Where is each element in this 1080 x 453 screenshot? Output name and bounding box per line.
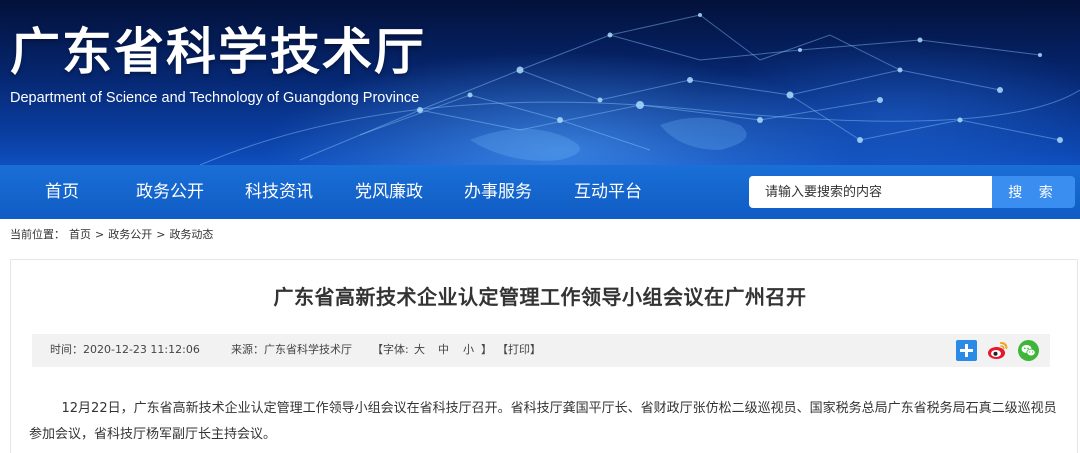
breadcrumb-item-government-affairs[interactable]: 政务公开 xyxy=(108,228,152,241)
breadcrumb-item-home[interactable]: 首页 xyxy=(69,228,91,241)
search-input[interactable] xyxy=(749,176,992,208)
font-size-suffix: 】 xyxy=(481,343,492,356)
article-title: 广东省高新技术企业认定管理工作领导小组会议在广州召开 xyxy=(273,285,807,309)
share-plus-icon[interactable] xyxy=(956,340,977,361)
article-paragraph: 12月22日，广东省高新技术企业认定管理工作领导小组会议在省科技厅召开。省科技厅… xyxy=(29,401,1057,442)
breadcrumb: 当前位置： 首页 > 政务公开 > 政务动态 xyxy=(10,228,217,242)
header-banner: 广东省科学技术厅 Department of Science and Techn… xyxy=(0,0,1080,165)
print-link[interactable]: 【打印】 xyxy=(497,343,541,357)
site-subtitle: Department of Science and Technology of … xyxy=(10,90,420,106)
font-size-large-link[interactable]: 大 xyxy=(414,343,425,357)
font-size-small-link[interactable]: 小 xyxy=(463,343,474,357)
nav-item-home[interactable]: 首页 xyxy=(45,165,79,219)
nav-item-tech-news[interactable]: 科技资讯 xyxy=(245,165,313,219)
nav-item-interaction[interactable]: 互动平台 xyxy=(574,165,642,219)
nav-item-party-integrity[interactable]: 党风廉政 xyxy=(355,165,423,219)
font-size-prefix: 【字体: xyxy=(372,343,409,356)
nav-item-services[interactable]: 办事服务 xyxy=(464,165,532,219)
breadcrumb-separator: > xyxy=(156,228,166,241)
breadcrumb-prefix: 当前位置： xyxy=(10,228,65,241)
weibo-icon[interactable] xyxy=(987,340,1008,361)
font-size-medium-link[interactable]: 中 xyxy=(438,343,449,357)
site-title: 广东省科学技术厅 xyxy=(10,23,426,81)
breadcrumb-separator: > xyxy=(95,228,105,241)
search-button[interactable]: 搜 索 xyxy=(992,176,1075,208)
nav-item-government-affairs[interactable]: 政务公开 xyxy=(136,165,204,219)
article-time: 时间：2020-12-23 11:12:06 xyxy=(50,343,200,356)
article-body: 12月22日，广东省高新技术企业认定管理工作领导小组会议在省科技厅召开。省科技厅… xyxy=(29,396,1059,448)
breadcrumb-item-news[interactable]: 政务动态 xyxy=(169,228,213,241)
article-source: 来源：广东省科学技术厅 xyxy=(231,343,352,356)
wechat-icon[interactable] xyxy=(1018,340,1039,361)
